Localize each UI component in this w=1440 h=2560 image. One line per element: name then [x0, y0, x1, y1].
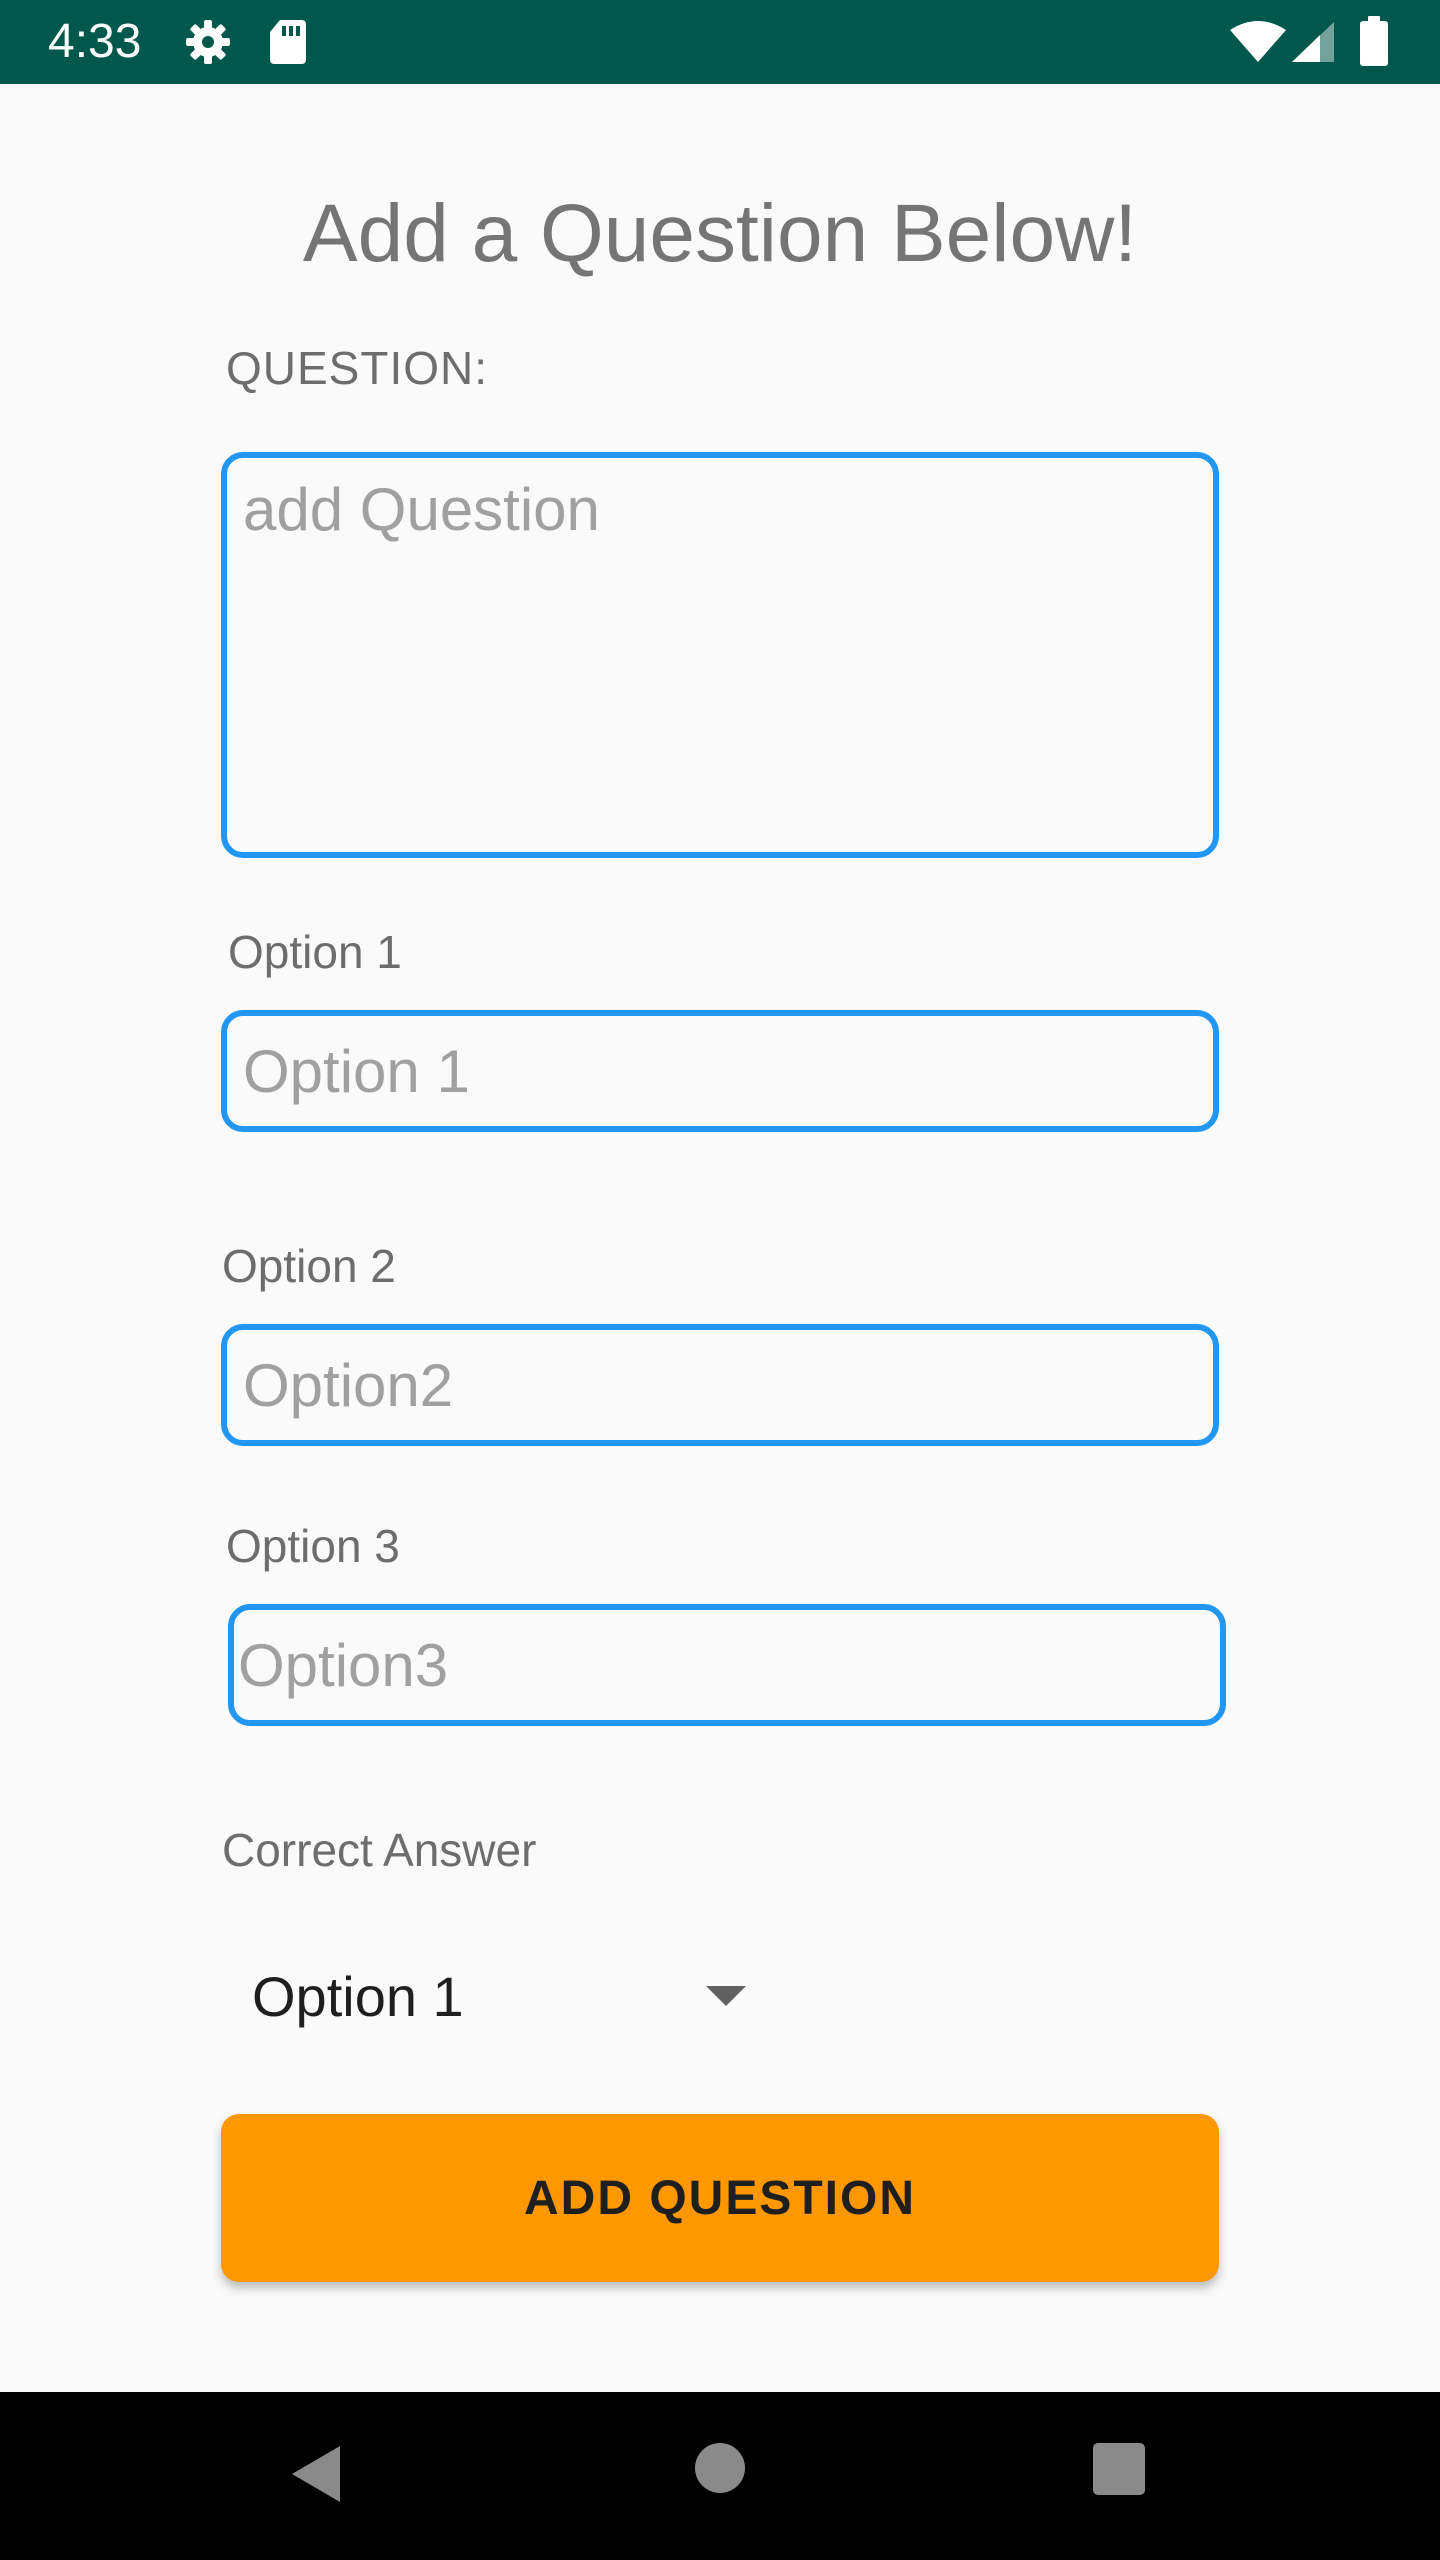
option-2-input[interactable]	[221, 1324, 1219, 1446]
sd-card-icon	[268, 18, 308, 71]
dropdown-arrow-icon	[706, 1986, 746, 2011]
correct-answer-selected: Option 1	[252, 1965, 464, 2028]
correct-answer-label: Correct Answer	[222, 1824, 537, 1876]
status-time: 4:33	[48, 15, 142, 68]
home-icon[interactable]	[694, 2442, 746, 2499]
navigation-bar	[0, 2392, 1440, 2560]
option-1-label: Option 1	[228, 926, 402, 978]
add-question-form: Add a Question Below! QUESTION: Option 1…	[0, 84, 1440, 2392]
option-3-label: Option 3	[226, 1520, 400, 1572]
cell-signal-icon	[1290, 20, 1338, 69]
correct-answer-dropdown[interactable]: Option 1	[232, 1944, 772, 2044]
option-1-input[interactable]	[221, 1010, 1219, 1132]
recents-icon[interactable]	[1092, 2442, 1146, 2501]
option-3-input[interactable]	[228, 1604, 1226, 1726]
question-label: QUESTION:	[226, 342, 489, 394]
question-input[interactable]	[221, 452, 1219, 858]
status-bar: 4:33	[0, 0, 1440, 84]
back-icon[interactable]	[288, 2442, 344, 2511]
add-question-button[interactable]: ADD QUESTION	[221, 2114, 1219, 2282]
battery-icon	[1360, 16, 1388, 71]
page-title: Add a Question Below!	[302, 188, 1138, 279]
wifi-icon	[1228, 20, 1288, 69]
gear-icon	[184, 18, 232, 71]
option-2-label: Option 2	[222, 1240, 396, 1292]
